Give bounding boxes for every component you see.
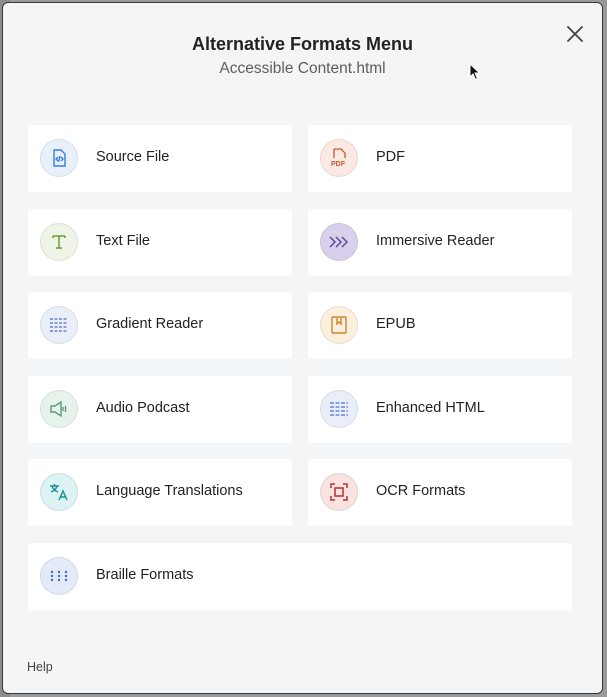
help-link[interactable]: Help [27, 660, 53, 674]
option-ocr-formats[interactable]: OCR Formats [308, 459, 572, 526]
option-braille-formats[interactable]: Braille Formats [28, 543, 572, 610]
mouse-cursor-icon [469, 63, 481, 81]
ocr-scan-icon [320, 473, 358, 511]
option-source-file[interactable]: Source File [28, 125, 292, 192]
alternative-formats-dialog: Alternative Formats Menu Accessible Cont… [2, 2, 603, 694]
dialog-title: Alternative Formats Menu [191, 34, 414, 54]
option-pdf[interactable]: PDF PDF [308, 125, 572, 192]
option-label: Text File [96, 233, 150, 249]
option-label: Audio Podcast [96, 400, 190, 416]
option-label: Language Translations [96, 483, 243, 499]
option-immersive-reader[interactable]: Immersive Reader [308, 209, 572, 276]
option-label: Enhanced HTML [376, 400, 485, 416]
enhanced-html-icon [320, 390, 358, 428]
dialog-subtitle: Accessible Content.html [219, 60, 386, 77]
code-file-icon [40, 139, 78, 177]
option-label: EPUB [376, 316, 416, 332]
translate-icon [40, 473, 78, 511]
option-label: Source File [96, 149, 170, 165]
option-label: Gradient Reader [96, 316, 204, 332]
svg-text:PDF: PDF [331, 161, 346, 168]
option-gradient-reader[interactable]: Gradient Reader [28, 292, 292, 359]
text-file-icon [40, 223, 78, 261]
option-enhanced-html[interactable]: Enhanced HTML [308, 376, 572, 443]
option-text-file[interactable]: Text File [28, 209, 292, 276]
option-label: OCR Formats [376, 483, 466, 499]
book-icon [320, 306, 358, 344]
option-language-translations[interactable]: Language Translations [28, 459, 292, 526]
option-epub[interactable]: EPUB [308, 292, 572, 359]
option-audio-podcast[interactable]: Audio Podcast [28, 376, 292, 443]
option-label: PDF [376, 149, 405, 165]
option-label: Braille Formats [96, 567, 194, 583]
pdf-file-icon: PDF [320, 139, 358, 177]
immersive-reader-icon [320, 223, 358, 261]
gradient-reader-icon [40, 306, 78, 344]
speaker-icon [40, 390, 78, 428]
option-label: Immersive Reader [376, 233, 495, 249]
braille-icon [40, 557, 78, 595]
